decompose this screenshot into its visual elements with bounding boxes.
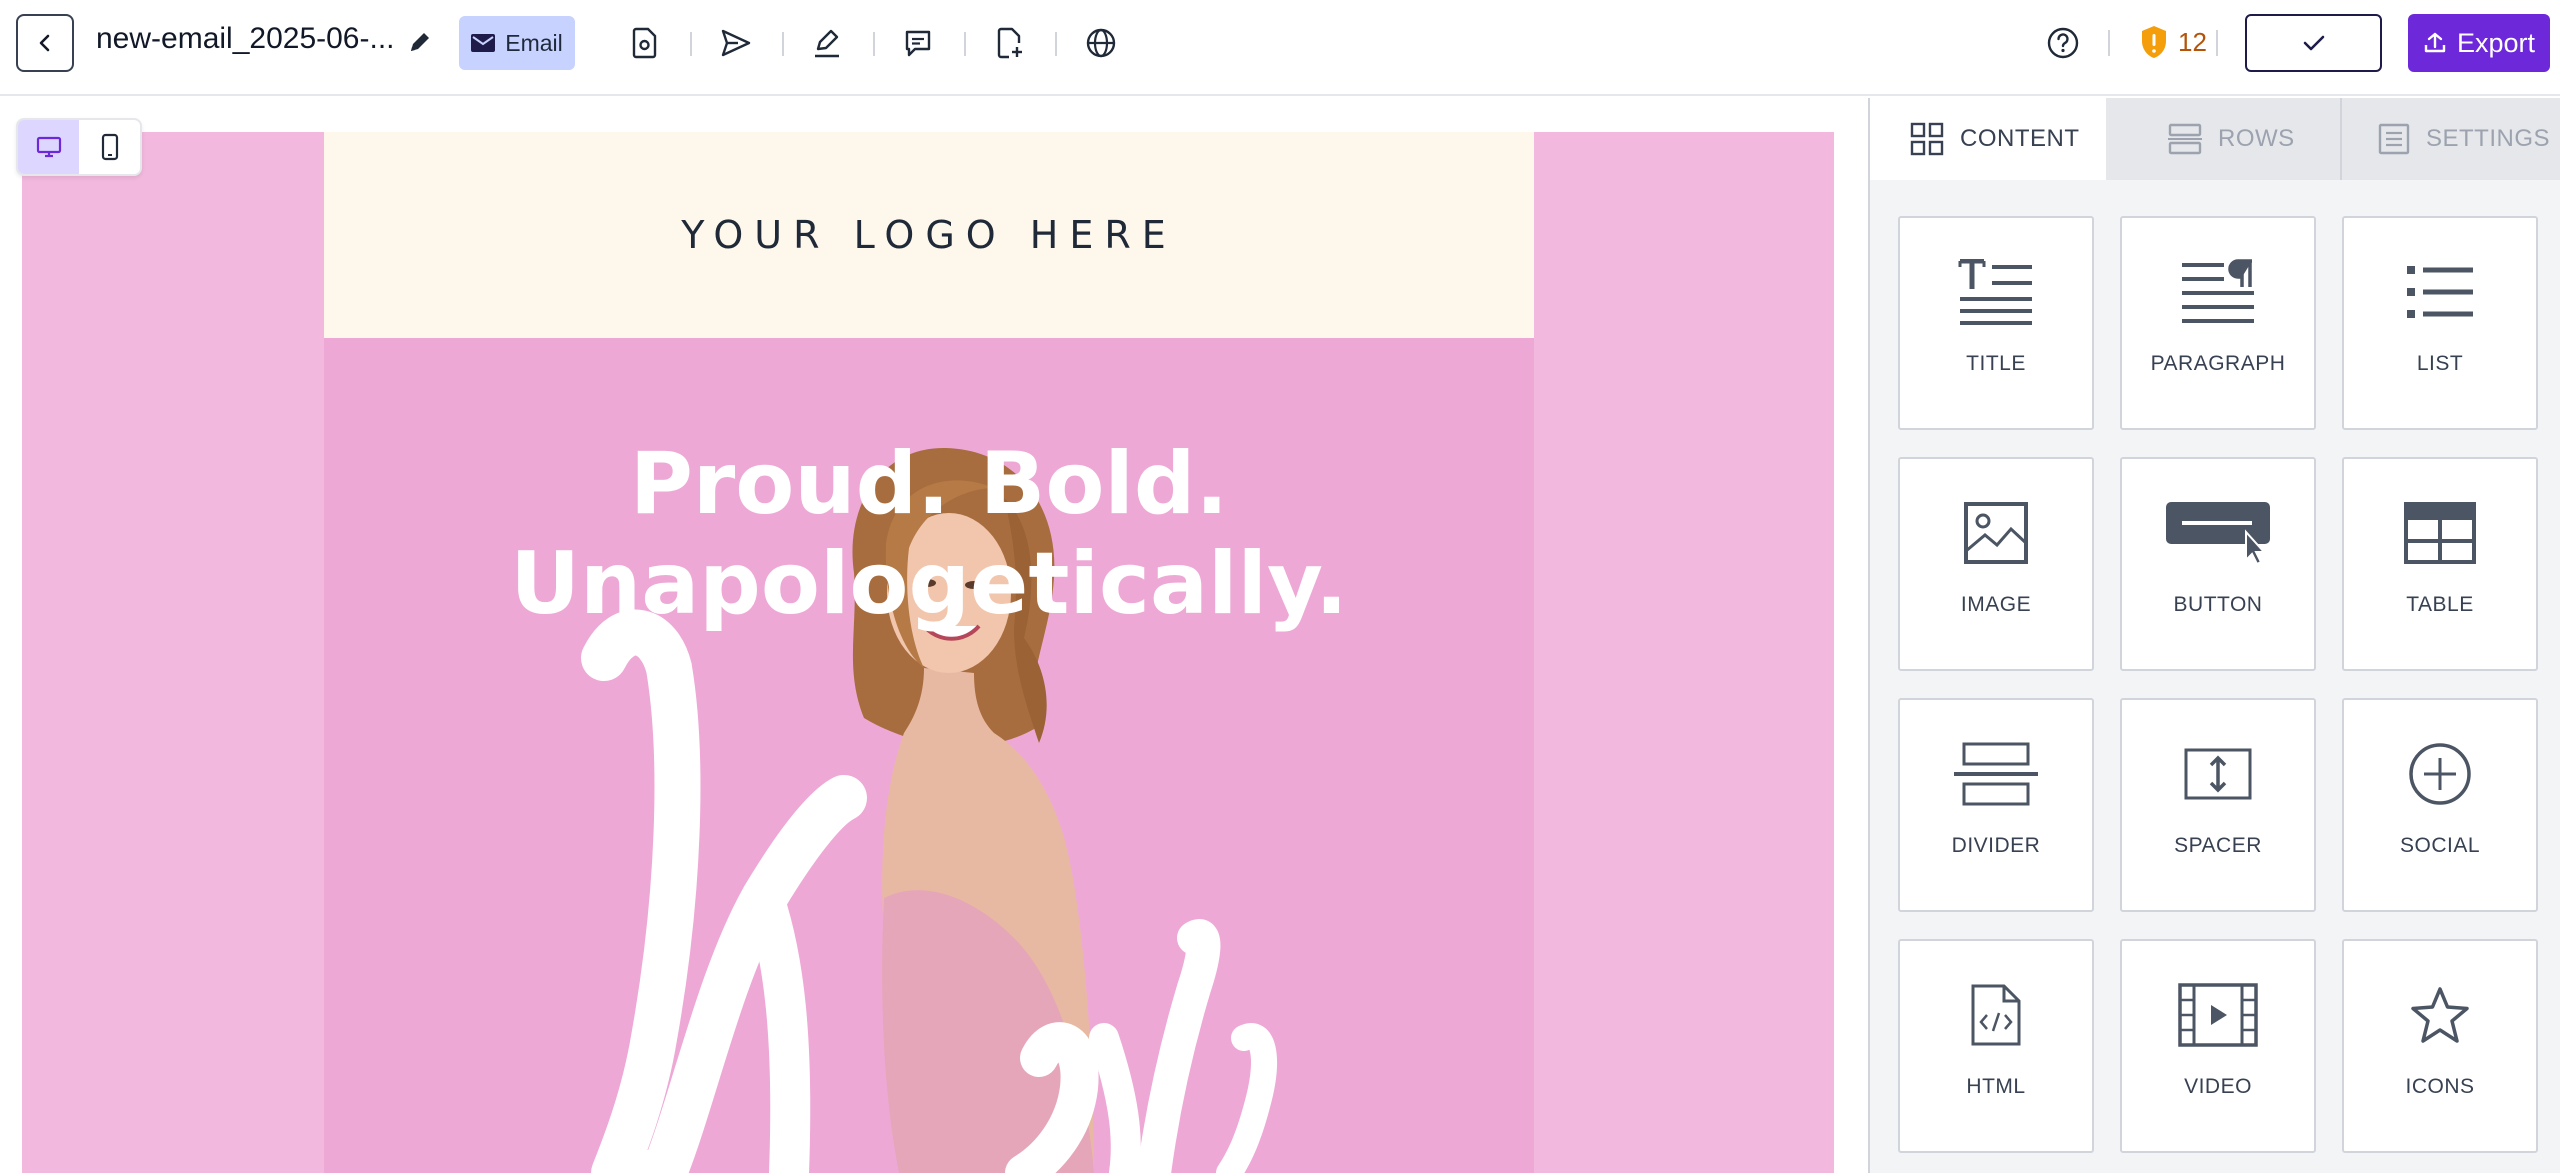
- logo-placeholder-text: YOUR LOGO HERE: [681, 213, 1177, 257]
- block-label: SOCIAL: [2399, 834, 2481, 857]
- save-check-button[interactable]: [2245, 14, 2382, 72]
- html-icon: [1971, 984, 2021, 1046]
- desktop-view-button[interactable]: [18, 120, 79, 174]
- tab-settings[interactable]: SETTINGS: [2342, 98, 2560, 180]
- email-canvas[interactable]: YOUR LOGO HERE Proud. Bold. Unapologetic…: [0, 98, 1868, 1173]
- logo-section[interactable]: YOUR LOGO HERE: [324, 132, 1534, 338]
- block-label: BUTTON: [2173, 593, 2263, 616]
- tab-rows[interactable]: ROWS: [2106, 98, 2342, 180]
- pencil-icon[interactable]: [406, 28, 434, 56]
- block-label: SPACER: [2174, 834, 2262, 857]
- block-image[interactable]: IMAGE: [1898, 457, 2094, 671]
- toolbar-divider: [2216, 30, 2218, 56]
- block-list[interactable]: LIST: [2342, 216, 2538, 430]
- editor-side-panel: CONTENT ROWS SETTINGS TITLE PARAGRAPH LI…: [1868, 98, 2560, 1173]
- block-label: DIVIDER: [1951, 834, 2041, 857]
- file-plus-icon: [997, 27, 1022, 59]
- warning-count[interactable]: 12: [2178, 27, 2207, 58]
- block-video[interactable]: VIDEO: [2120, 939, 2316, 1153]
- export-label: Export: [2456, 27, 2536, 58]
- social-icon: [2409, 743, 2471, 805]
- block-paragraph[interactable]: PARAGRAPH: [2120, 216, 2316, 430]
- upload-icon: [2424, 32, 2446, 53]
- export-button[interactable]: Export: [2408, 14, 2550, 72]
- tab-settings-label: SETTINGS: [2426, 125, 2551, 152]
- toolbar-divider: [782, 32, 784, 56]
- new-file-button[interactable]: [991, 24, 1029, 62]
- rows-icon: [2168, 123, 2202, 155]
- email-type-chip[interactable]: Email: [459, 16, 575, 70]
- settings-doc-icon: [2378, 123, 2410, 155]
- mobile-view-button[interactable]: [79, 120, 140, 174]
- block-table[interactable]: TABLE: [2342, 457, 2538, 671]
- headline-line-2: Unapologetically.: [510, 534, 1348, 634]
- email-chip-label: Email: [505, 29, 563, 56]
- video-icon: [2178, 983, 2258, 1047]
- tab-content[interactable]: CONTENT: [1870, 98, 2106, 180]
- warning-shield-icon[interactable]: [2140, 24, 2168, 60]
- block-label: TABLE: [2406, 593, 2474, 616]
- button-icon: [2166, 502, 2270, 566]
- device-toggle: [16, 118, 142, 176]
- grid-icon: [1910, 122, 1944, 156]
- paragraph-icon: [2182, 259, 2254, 323]
- panel-tabs: CONTENT ROWS SETTINGS: [1870, 98, 2560, 180]
- tab-rows-label: ROWS: [2218, 125, 2295, 152]
- comments-button[interactable]: [899, 24, 937, 62]
- document-filename[interactable]: new-email_2025-06-...: [96, 22, 395, 56]
- send-icon: [721, 29, 751, 57]
- block-label: VIDEO: [2184, 1075, 2252, 1098]
- block-label: HTML: [1966, 1075, 2026, 1098]
- title-icon: [1958, 259, 2032, 325]
- block-html[interactable]: HTML: [1898, 939, 2094, 1153]
- block-icons[interactable]: ICONS: [2342, 939, 2538, 1153]
- headline-line-1: Proud. Bold.: [629, 434, 1229, 534]
- spacer-icon: [2184, 748, 2252, 800]
- envelope-icon: [471, 34, 496, 52]
- pen-underline-icon: [815, 29, 839, 58]
- block-social[interactable]: SOCIAL: [2342, 698, 2538, 912]
- desktop-icon: [36, 136, 61, 158]
- toolbar-divider: [2108, 30, 2110, 56]
- email-background-right: [1534, 132, 1834, 1173]
- list-icon: [2407, 266, 2473, 318]
- block-label: IMAGE: [1960, 593, 2032, 616]
- block-divider[interactable]: DIVIDER: [1898, 698, 2094, 912]
- toolbar-divider: [1055, 32, 1057, 56]
- block-label: LIST: [2416, 352, 2464, 375]
- toolbar-divider: [690, 32, 692, 56]
- globe-icon: [1086, 28, 1116, 58]
- file-eye-icon: [632, 27, 657, 59]
- tab-content-label: CONTENT: [1960, 125, 2080, 152]
- block-label: TITLE: [1966, 352, 2026, 375]
- check-icon: [2303, 35, 2324, 51]
- edit-design-button[interactable]: [808, 24, 846, 62]
- mobile-icon: [101, 133, 118, 161]
- help-icon[interactable]: [2046, 26, 2080, 60]
- table-icon: [2404, 502, 2476, 564]
- block-label: ICONS: [2405, 1075, 2475, 1098]
- hero-headline: Proud. Bold. Unapologetically.: [324, 434, 1534, 634]
- toolbar-divider: [964, 32, 966, 56]
- block-title[interactable]: TITLE: [1898, 216, 2094, 430]
- hero-section[interactable]: Proud. Bold. Unapologetically.: [324, 338, 1534, 1173]
- comment-icon: [905, 30, 931, 57]
- chevron-left-icon: [39, 34, 50, 52]
- image-icon: [1964, 502, 2028, 564]
- preview-file-button[interactable]: [626, 24, 664, 62]
- block-spacer[interactable]: SPACER: [2120, 698, 2316, 912]
- star-icon: [2411, 987, 2469, 1043]
- divider-icon: [1954, 742, 2038, 806]
- top-toolbar: new-email_2025-06-... Email 12 Export: [0, 0, 2560, 96]
- send-button[interactable]: [717, 24, 755, 62]
- toolbar-divider: [873, 32, 875, 56]
- back-button[interactable]: [16, 14, 74, 72]
- block-label: PARAGRAPH: [2150, 352, 2286, 375]
- language-button[interactable]: [1082, 24, 1120, 62]
- email-background-left: [22, 132, 324, 1173]
- block-button[interactable]: BUTTON: [2120, 457, 2316, 671]
